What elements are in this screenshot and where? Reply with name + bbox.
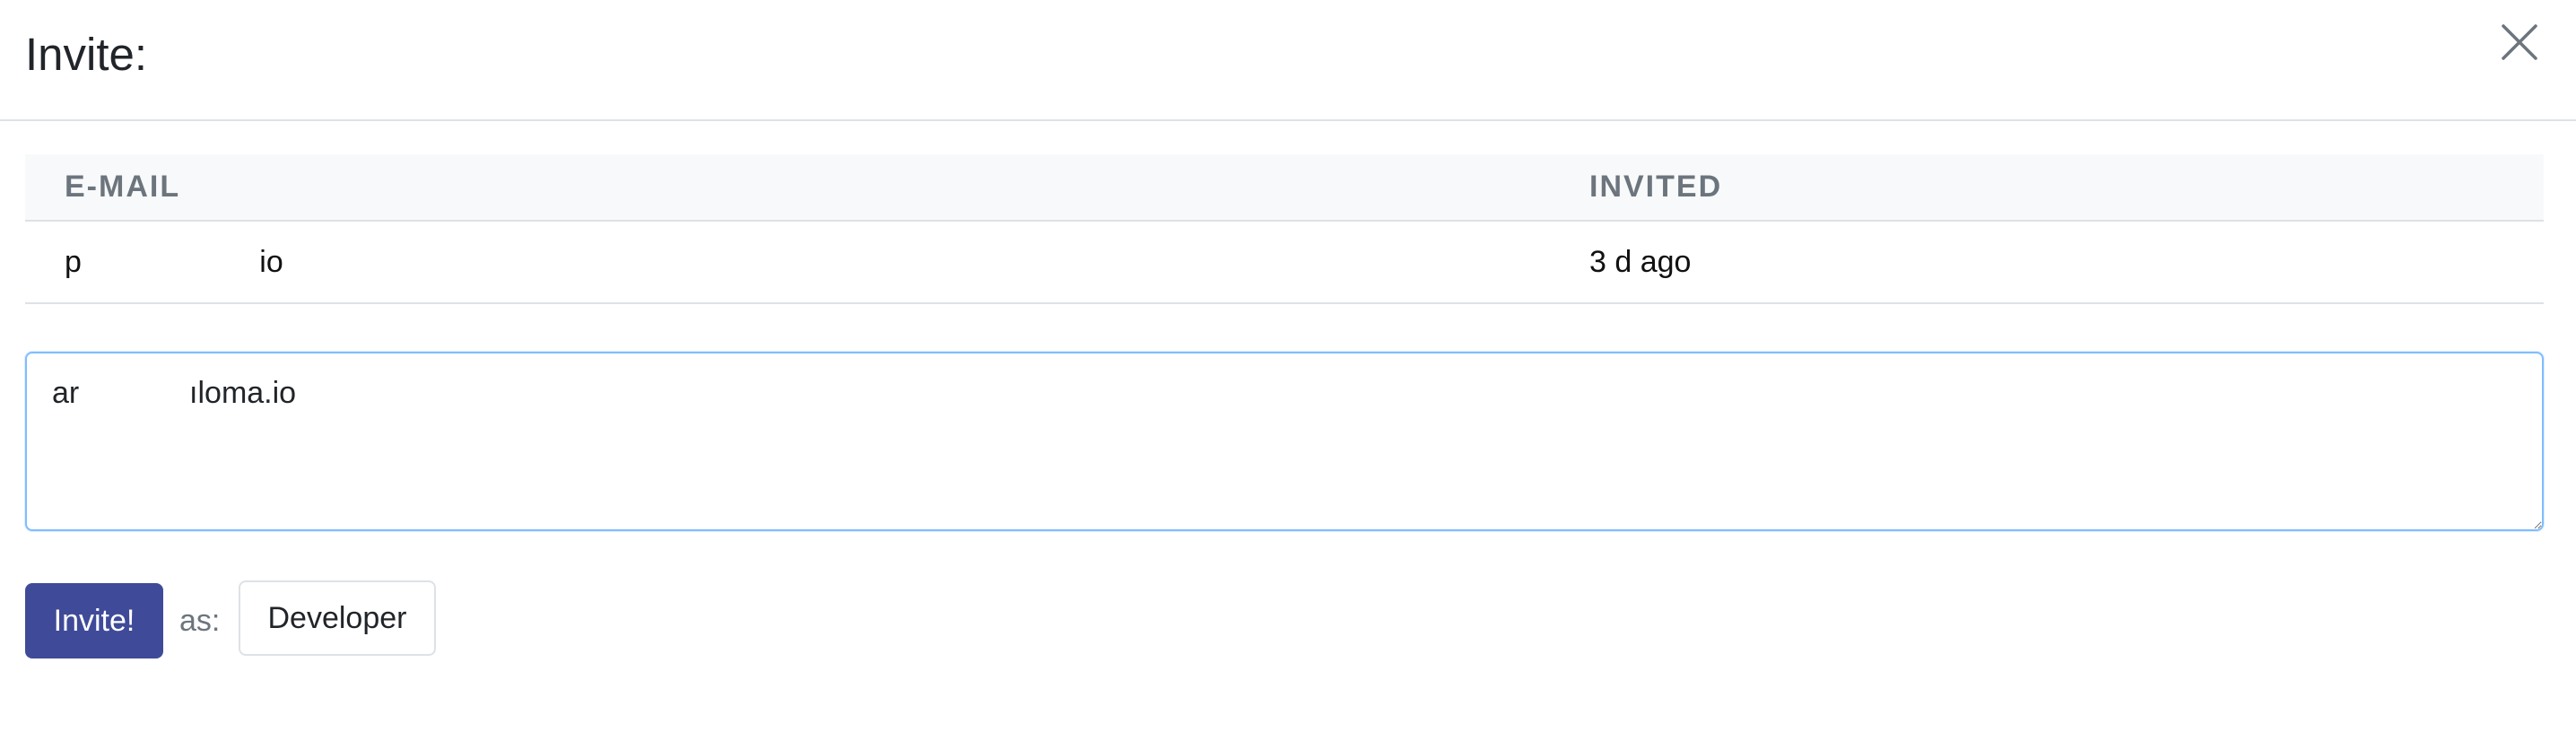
role-select-button[interactable]: Developer bbox=[239, 580, 436, 656]
invites-table: E-MAIL INVITED p io 3 d ago bbox=[25, 154, 2544, 304]
table-row: p io 3 d ago bbox=[25, 221, 2544, 304]
invite-emails-input[interactable]: ar ıloma.io bbox=[25, 352, 2544, 531]
column-header-invited: INVITED bbox=[1550, 154, 2544, 222]
invited-cell: 3 d ago bbox=[1550, 221, 2544, 304]
email-cell: p io bbox=[25, 221, 1550, 304]
as-label: as: bbox=[179, 604, 221, 638]
close-button[interactable] bbox=[2495, 18, 2544, 66]
invite-button[interactable]: Invite! bbox=[25, 583, 163, 658]
modal-header: Invite: bbox=[0, 0, 2576, 121]
column-header-email: E-MAIL bbox=[25, 154, 1550, 222]
modal-title: Invite: bbox=[25, 29, 148, 80]
close-icon bbox=[2502, 24, 2537, 60]
table-header-row: E-MAIL INVITED bbox=[25, 154, 2544, 222]
